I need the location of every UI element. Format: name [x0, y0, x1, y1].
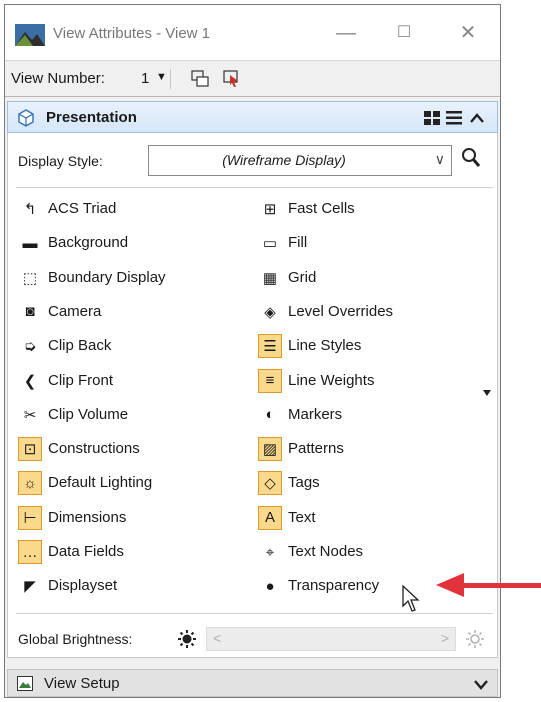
- transparency-icon[interactable]: ●: [258, 574, 282, 598]
- brightness-light-icon: [466, 630, 484, 648]
- view-setup-icon: [17, 676, 33, 691]
- tags-icon[interactable]: ◇: [258, 471, 282, 496]
- dimensions-icon[interactable]: ⊢: [18, 505, 42, 530]
- line-weights-icon[interactable]: ≡: [258, 368, 282, 393]
- grid-icon[interactable]: ▦: [258, 266, 282, 290]
- attribute-label: Line Styles: [288, 337, 362, 355]
- divider: [16, 187, 493, 188]
- presentation-header[interactable]: Presentation: [7, 101, 498, 133]
- attribute-label: Markers: [288, 405, 343, 423]
- level-overrides-icon[interactable]: ◈: [258, 300, 282, 324]
- view-toolbar: View Number: 1 ▼: [5, 60, 500, 97]
- patterns-icon[interactable]: ▨: [258, 437, 282, 462]
- view-number-dropdown[interactable]: 1: [141, 70, 149, 87]
- view-setup-header[interactable]: View Setup: [7, 669, 498, 697]
- app-icon: [15, 24, 45, 46]
- attribute-label: Fill: [288, 234, 308, 252]
- view-number-label: View Number:: [11, 70, 105, 87]
- text-icon[interactable]: A: [258, 505, 282, 530]
- brightness-slider[interactable]: < >: [206, 627, 456, 651]
- maximize-button[interactable]: ☐: [381, 15, 427, 51]
- view-attributes-window: View Attributes - View 1 — ☐ ✕ View Numb…: [4, 4, 501, 698]
- slider-left-arrow-icon[interactable]: <: [213, 630, 221, 646]
- mouse-pointer-icon: [402, 585, 420, 612]
- presentation-panel: Display Style: (Wireframe Display) ∨ ↰ AC…: [7, 133, 498, 658]
- attribute-label: Text: [288, 508, 316, 526]
- markers-dropdown-icon[interactable]: [482, 389, 492, 397]
- attribute-label: Background: [48, 234, 129, 252]
- clip-volume-icon[interactable]: ✂: [18, 403, 42, 427]
- boundary-display-icon[interactable]: ⬚: [18, 266, 42, 290]
- attribute-label: Displayset: [48, 577, 118, 595]
- fill-icon[interactable]: ▭: [258, 231, 282, 255]
- attribute-label: Data Fields: [48, 543, 124, 560]
- global-brightness-label: Global Brightness:: [18, 631, 133, 647]
- attribute-label: Level Overrides: [288, 302, 394, 320]
- display-style-dropdown[interactable]: (Wireframe Display) ∨: [148, 145, 452, 176]
- display-style-value: (Wireframe Display): [222, 152, 346, 168]
- close-button[interactable]: ✕: [445, 15, 491, 51]
- background-icon[interactable]: ▬: [18, 231, 42, 255]
- attribute-label: Fast Cells: [288, 200, 355, 217]
- attribute-label: Boundary Display: [48, 268, 166, 286]
- fast-cells-icon[interactable]: ⊞: [258, 197, 282, 221]
- chevron-down-icon: ∨: [434, 151, 445, 167]
- constructions-icon[interactable]: ⊡: [18, 437, 42, 462]
- attribute-label: Transparency: [288, 577, 380, 595]
- chevron-down-icon[interactable]: ▼: [156, 71, 167, 83]
- displayset-icon[interactable]: ◤: [18, 574, 42, 598]
- attribute-label: Camera: [48, 302, 102, 320]
- text-nodes-icon[interactable]: ⌖: [258, 540, 282, 564]
- attribute-label: Line Weights: [288, 371, 375, 389]
- chevron-up-icon[interactable]: [470, 113, 484, 123]
- attribute-label: Tags: [288, 474, 320, 492]
- attribute-label: Clip Front: [48, 371, 114, 389]
- tiles-view-icon[interactable]: [424, 111, 440, 125]
- attribute-label: Patterns: [288, 440, 344, 458]
- list-view-icon[interactable]: [446, 111, 462, 125]
- section-title: Presentation: [46, 109, 137, 126]
- brightness-dark-icon: [178, 630, 196, 648]
- presentation-cube-icon: [18, 109, 34, 127]
- attribute-label: Text Nodes: [288, 543, 364, 560]
- acs-triad-icon[interactable]: ↰: [18, 197, 42, 221]
- attribute-label: Grid: [288, 268, 317, 286]
- copy-view-icon[interactable]: [191, 70, 209, 88]
- clip-back-icon[interactable]: ➭: [18, 334, 42, 358]
- attribute-label: Constructions: [48, 440, 140, 458]
- callout-arrow: [462, 583, 541, 588]
- slider-right-arrow-icon[interactable]: >: [441, 630, 449, 646]
- attribute-label: Default Lighting: [48, 474, 153, 492]
- callout-arrow-head: [436, 573, 464, 597]
- attribute-label: Clip Back: [48, 337, 112, 355]
- view-setup-title: View Setup: [44, 675, 120, 692]
- toolbar-divider: [170, 69, 171, 89]
- attribute-label: ACS Triad: [48, 200, 117, 217]
- divider: [16, 613, 493, 614]
- data-fields-icon[interactable]: …: [18, 540, 42, 564]
- attribute-label: Clip Volume: [48, 405, 129, 423]
- markers-icon[interactable]: ◐: [258, 403, 282, 427]
- chevron-down-icon[interactable]: [474, 680, 488, 690]
- minimize-button[interactable]: —: [323, 15, 369, 51]
- title-bar: View Attributes - View 1 — ☐ ✕: [5, 5, 500, 60]
- display-style-label: Display Style:: [18, 153, 103, 169]
- search-icon[interactable]: [460, 147, 482, 169]
- attribute-label: Dimensions: [48, 508, 127, 526]
- line-styles-icon[interactable]: ☰: [258, 334, 282, 359]
- select-view-icon[interactable]: [223, 70, 241, 88]
- default-lighting-icon[interactable]: ☼: [18, 471, 42, 496]
- clip-front-icon[interactable]: ❮: [18, 369, 42, 393]
- window-title: View Attributes - View 1: [53, 25, 211, 42]
- camera-icon[interactable]: ◙: [18, 300, 42, 324]
